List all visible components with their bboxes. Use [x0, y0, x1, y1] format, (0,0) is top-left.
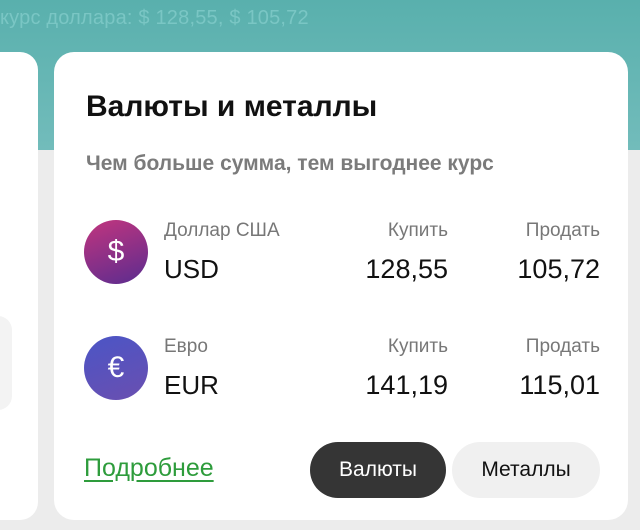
buy-rate: 141,19 — [365, 370, 448, 400]
more-details-link[interactable]: Подробнее — [84, 454, 214, 483]
currency-card: Валюты и металлы Чем больше сумма, тем в… — [54, 52, 628, 520]
previous-card[interactable] — [0, 52, 38, 520]
currency-name: Евро — [164, 336, 208, 357]
card-subtitle: Чем больше сумма, тем выгоднее курс — [86, 152, 494, 175]
card-title: Валюты и металлы — [86, 90, 378, 123]
currency-row-usd[interactable]: $ Доллар США USD Купить 128,55 Продать 1… — [54, 220, 628, 300]
euro-icon: € — [84, 336, 148, 400]
currency-row-eur[interactable]: € Евро EUR Купить 141,19 Продать 115,01 — [54, 336, 628, 416]
tab-currencies[interactable]: Валюты — [310, 442, 446, 498]
sell-label: Продать — [525, 220, 600, 241]
sell-rate: 115,01 — [519, 370, 600, 400]
sell-label: Продать — [525, 336, 600, 357]
rate-ticker: курс доллара: $ 128,55, $ 105,72 — [0, 7, 309, 29]
tab-metals[interactable]: Металлы — [452, 442, 600, 498]
sell-rate: 105,72 — [517, 254, 600, 284]
buy-label: Купить — [387, 220, 448, 241]
currency-code: USD — [164, 254, 219, 284]
currency-name: Доллар США — [164, 220, 280, 241]
buy-label: Купить — [387, 336, 448, 357]
currency-code: EUR — [164, 370, 219, 400]
buy-rate: 128,55 — [365, 254, 448, 284]
previous-card-inner-block — [0, 316, 12, 410]
dollar-icon: $ — [84, 220, 148, 284]
